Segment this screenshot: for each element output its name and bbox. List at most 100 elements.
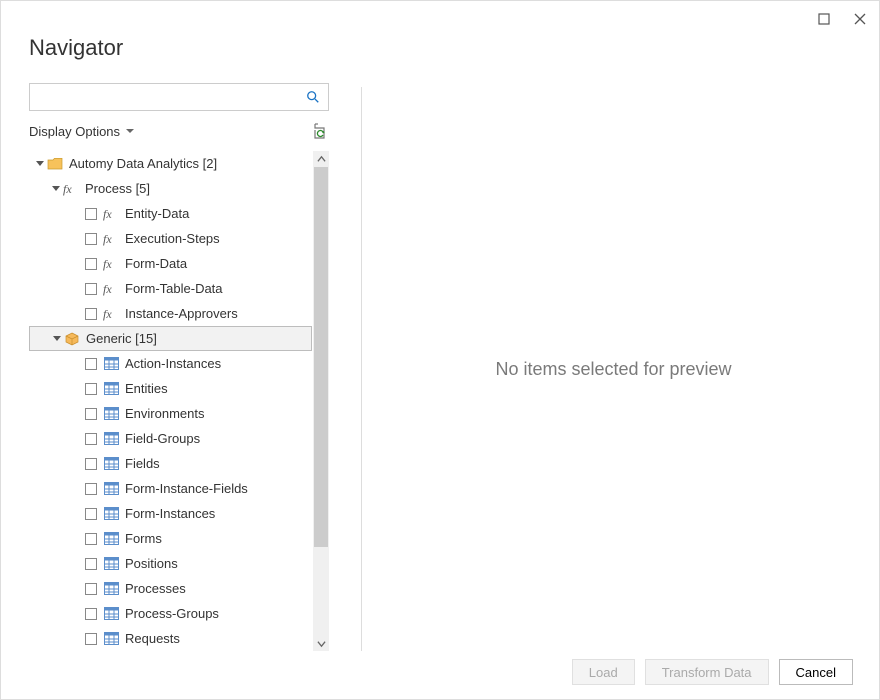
- tree-item-process[interactable]: fx Instance-Approvers: [29, 301, 312, 326]
- tree-item-label: Form-Instances: [125, 506, 215, 521]
- tree-item-checkbox[interactable]: [85, 258, 97, 270]
- tree-item-generic[interactable]: Process-Groups: [29, 601, 312, 626]
- table-icon: [103, 456, 119, 472]
- display-options-label: Display Options: [29, 124, 120, 139]
- tree-scrollbar[interactable]: [312, 151, 329, 651]
- table-icon: [103, 406, 119, 422]
- tree-item-process[interactable]: fx Form-Data: [29, 251, 312, 276]
- tree-item-label: Entities: [125, 381, 168, 396]
- scrollbar-down-icon[interactable]: [313, 635, 329, 651]
- chevron-down-icon: [126, 129, 134, 133]
- dialog-button-bar: Load Transform Data Cancel: [572, 659, 853, 685]
- refresh-icon[interactable]: [311, 122, 329, 140]
- expand-toggle-icon[interactable]: [52, 336, 62, 341]
- table-icon: [103, 556, 119, 572]
- tree-item-generic[interactable]: Processes: [29, 576, 312, 601]
- table-icon: [103, 581, 119, 597]
- scrollbar-thumb[interactable]: [314, 167, 328, 547]
- display-options-dropdown[interactable]: Display Options: [29, 124, 134, 139]
- fx-icon: fx: [103, 231, 119, 247]
- expand-toggle-icon[interactable]: [35, 161, 45, 166]
- tree-item-checkbox[interactable]: [85, 458, 97, 470]
- tree-item-process[interactable]: fx Form-Table-Data: [29, 276, 312, 301]
- tree-item-label: Action-Instances: [125, 356, 221, 371]
- tree-item-label: Automy Data Analytics [2]: [69, 156, 217, 171]
- maximize-icon[interactable]: [817, 12, 831, 26]
- tree-item-label: Form-Data: [125, 256, 187, 271]
- preview-pane: No items selected for preview: [361, 87, 865, 651]
- tree-item-label: Processes: [125, 581, 186, 596]
- tree-item-checkbox[interactable]: [85, 533, 97, 545]
- tree-item-label: Instance-Approvers: [125, 306, 238, 321]
- tree-item-label: Generic [15]: [86, 331, 157, 346]
- tree-item-checkbox[interactable]: [85, 433, 97, 445]
- tree-item-checkbox[interactable]: [85, 633, 97, 645]
- tree-item-label: Forms: [125, 531, 162, 546]
- transform-data-button[interactable]: Transform Data: [645, 659, 769, 685]
- svg-text:fx: fx: [63, 182, 72, 196]
- table-icon: [103, 631, 119, 647]
- tree-item-generic[interactable]: Positions: [29, 551, 312, 576]
- table-icon: [103, 606, 119, 622]
- tree-item-label: Fields: [125, 456, 160, 471]
- tree-group-generic[interactable]: Generic [15]: [29, 326, 312, 351]
- tree-item-generic[interactable]: Requests: [29, 626, 312, 651]
- tree-root[interactable]: Automy Data Analytics [2]: [29, 151, 312, 176]
- navigator-left-pane: Display Options Automy Data Analytics [2…: [29, 83, 349, 651]
- tree-item-checkbox[interactable]: [85, 583, 97, 595]
- expand-toggle-icon[interactable]: [51, 186, 61, 191]
- table-icon: [103, 506, 119, 522]
- tree-item-checkbox[interactable]: [85, 483, 97, 495]
- navigator-tree[interactable]: Automy Data Analytics [2]fxProcess [5]fx…: [29, 151, 312, 651]
- cancel-button[interactable]: Cancel: [779, 659, 853, 685]
- tree-item-generic[interactable]: Fields: [29, 451, 312, 476]
- window-titlebar: [1, 1, 879, 37]
- tree-item-checkbox[interactable]: [85, 358, 97, 370]
- dialog-title: Navigator: [1, 35, 879, 61]
- tree-item-checkbox[interactable]: [85, 208, 97, 220]
- search-box[interactable]: [29, 83, 329, 111]
- tree-item-generic[interactable]: Field-Groups: [29, 426, 312, 451]
- fx-icon: fx: [103, 281, 119, 297]
- tree-item-process[interactable]: fxEntity-Data: [29, 201, 312, 226]
- tree-item-label: Form-Table-Data: [125, 281, 223, 296]
- tree-item-generic[interactable]: Form-Instance-Fields: [29, 476, 312, 501]
- tree-item-label: Requests: [125, 631, 180, 646]
- tree-item-process[interactable]: fx Execution-Steps: [29, 226, 312, 251]
- tree-item-label: Execution-Steps: [125, 231, 220, 246]
- tree-item-checkbox[interactable]: [85, 283, 97, 295]
- tree-item-label: Form-Instance-Fields: [125, 481, 248, 496]
- table-icon: [103, 531, 119, 547]
- search-icon[interactable]: [304, 88, 322, 106]
- table-icon: [103, 481, 119, 497]
- fx-icon: fx: [103, 206, 119, 222]
- svg-text:fx: fx: [103, 257, 112, 271]
- tree-item-checkbox[interactable]: [85, 608, 97, 620]
- tree-item-generic[interactable]: Action-Instances: [29, 351, 312, 376]
- tree-item-checkbox[interactable]: [85, 233, 97, 245]
- tree-group-process[interactable]: fx Process [5]: [29, 176, 312, 201]
- tree-item-generic[interactable]: Forms: [29, 526, 312, 551]
- svg-text:fx: fx: [103, 232, 112, 246]
- tree-item-checkbox[interactable]: [85, 383, 97, 395]
- close-icon[interactable]: [853, 12, 867, 26]
- tree-item-checkbox[interactable]: [85, 558, 97, 570]
- tree-item-checkbox[interactable]: [85, 508, 97, 520]
- scrollbar-up-icon[interactable]: [313, 151, 329, 167]
- search-input[interactable]: [36, 89, 304, 106]
- tree-item-label: Field-Groups: [125, 431, 200, 446]
- tree-item-generic[interactable]: Entities: [29, 376, 312, 401]
- tree-item-generic[interactable]: Environments: [29, 401, 312, 426]
- tree-item-generic[interactable]: Form-Instances: [29, 501, 312, 526]
- tree-item-checkbox[interactable]: [85, 308, 97, 320]
- load-button[interactable]: Load: [572, 659, 635, 685]
- table-icon: [103, 381, 119, 397]
- fx-icon: fx: [103, 306, 119, 322]
- tree-item-label: Environments: [125, 406, 204, 421]
- tree-item-checkbox[interactable]: [85, 408, 97, 420]
- tree-item-label: Process-Groups: [125, 606, 219, 621]
- tree-item-label: Process [5]: [85, 181, 150, 196]
- cube-icon: [64, 331, 80, 347]
- tree-item-label: Positions: [125, 556, 178, 571]
- table-icon: [103, 431, 119, 447]
